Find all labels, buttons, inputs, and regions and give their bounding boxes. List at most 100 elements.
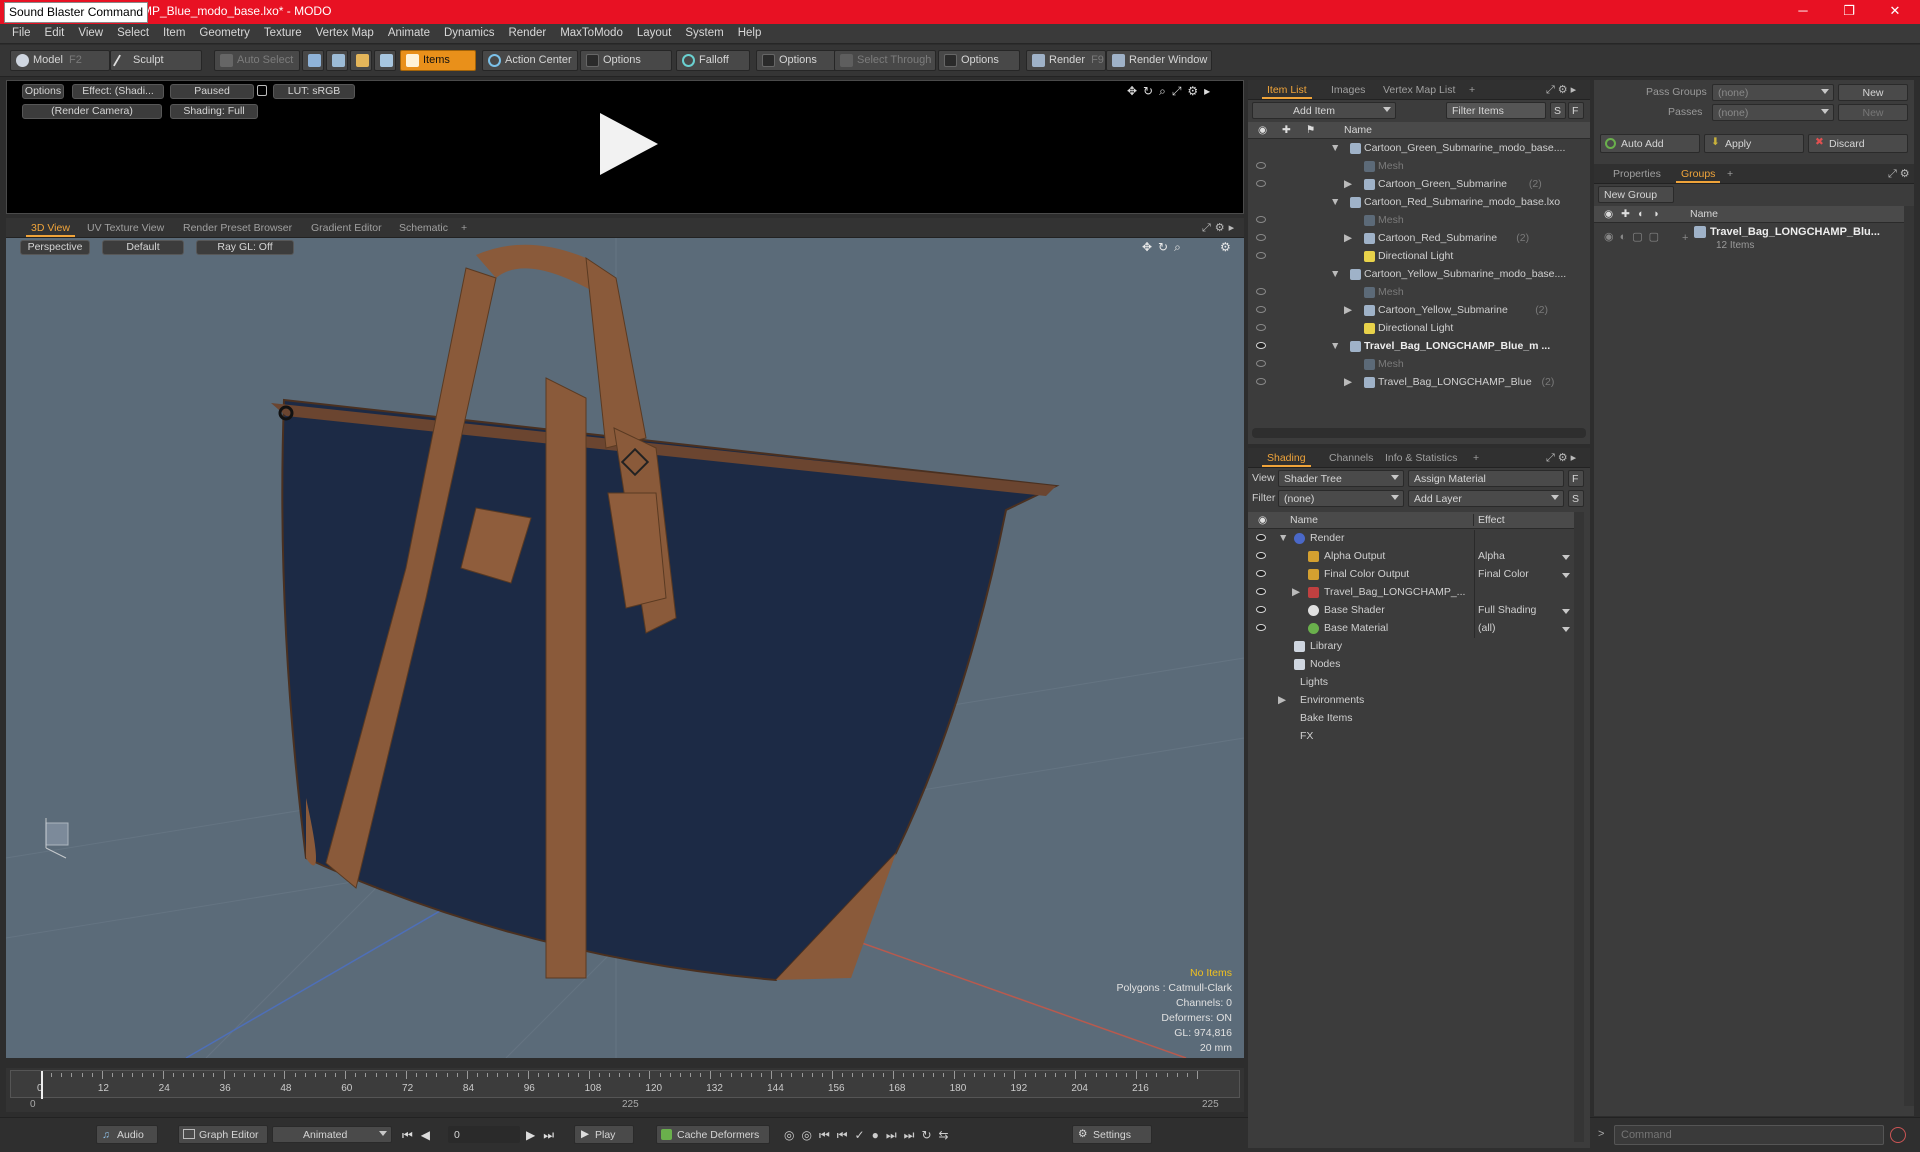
falloff-button[interactable]: Falloff [676, 50, 750, 71]
expand-arrow-icon[interactable]: ▼ [1330, 340, 1340, 352]
sculpt-mode-button[interactable]: Sculpt [110, 50, 202, 71]
shader-tree-row[interactable]: Base Shader Full Shading [1248, 602, 1574, 620]
tab-channels[interactable]: Channels [1324, 451, 1378, 467]
visibility-eye-icon[interactable] [1256, 378, 1266, 385]
expand-arrow-icon[interactable]: ▼ [1278, 532, 1288, 544]
3d-viewport[interactable]: Perspective Default Ray GL: Off ✥↻⌕ ⚙ No… [6, 238, 1244, 1058]
lock-icon[interactable] [257, 85, 267, 96]
tab-gradient-editor[interactable]: Gradient Editor [306, 221, 387, 237]
discard-button[interactable]: ✖ Discard [1808, 134, 1908, 153]
preview-shading-dropdown[interactable]: Shading: Full [170, 104, 258, 119]
play-icon[interactable] [592, 109, 662, 179]
item-list-row[interactable]: ▶ Cartoon_Yellow_Submarine (2) [1248, 302, 1590, 320]
menu-dynamics[interactable]: Dynamics [437, 24, 501, 39]
render-button[interactable]: Render F9 [1026, 50, 1106, 71]
timeline-ruler[interactable]: 0 12 24 36 48 60 72 84 96 108 120 132 144 156 168 180 19… [10, 1070, 1240, 1099]
settings-button[interactable]: ⚙ Settings [1072, 1125, 1152, 1144]
visibility-eye-icon[interactable] [1256, 234, 1266, 241]
shader-tree-row[interactable]: ▶ Travel_Bag_LONGCHAMP_... [1248, 584, 1574, 602]
menu-render[interactable]: Render [501, 24, 553, 39]
item-list-row[interactable]: ▼ Cartoon_Red_Submarine_modo_base.lxo [1248, 194, 1590, 212]
tab-render-preset-browser[interactable]: Render Preset Browser [178, 221, 297, 237]
item-list-row[interactable]: Mesh [1248, 212, 1590, 230]
select-materials-button[interactable] [374, 50, 396, 71]
filter-f-button[interactable]: F [1568, 102, 1584, 119]
command-input[interactable] [1614, 1125, 1884, 1145]
add-item-dropdown[interactable]: Add Item [1252, 102, 1396, 119]
tab-3d-view[interactable]: 3D View [26, 221, 75, 237]
expand-arrow-icon[interactable]: ▼ [1330, 196, 1340, 208]
shader-tree-row[interactable]: Library [1248, 638, 1574, 656]
graph-editor-button[interactable]: Graph Editor [178, 1125, 268, 1144]
animated-dropdown[interactable]: Animated [272, 1126, 392, 1143]
shader-tree-row[interactable]: Bake Items [1248, 710, 1574, 728]
filter-dropdown[interactable]: (none) [1278, 490, 1404, 507]
shader-tree-row[interactable]: ▼ Render [1248, 530, 1574, 548]
menu-maxtomodo[interactable]: MaxToModo [553, 24, 630, 39]
transport-forward-icons[interactable]: ▶⏭ [526, 1128, 562, 1143]
visibility-eye-icon[interactable] [1256, 552, 1266, 559]
perspective-dropdown[interactable]: Perspective [20, 240, 90, 255]
shader-effect-value[interactable]: Full Shading [1478, 604, 1536, 616]
shading-s-button[interactable]: S [1568, 490, 1584, 507]
select-edges-button[interactable] [326, 50, 348, 71]
render-window-button[interactable]: Render Window [1106, 50, 1212, 71]
visibility-eye-icon[interactable] [1256, 288, 1266, 295]
shader-tree-row[interactable]: ▶ Environments [1248, 692, 1574, 710]
shader-tree-row[interactable]: FX [1248, 728, 1574, 746]
tab-uv-texture-view[interactable]: UV Texture View [82, 221, 169, 237]
add-tab-button[interactable]: + [1468, 451, 1484, 467]
new-group-button[interactable]: New Group [1598, 186, 1674, 203]
expand-arrow-icon[interactable]: ▶ [1344, 178, 1352, 190]
item-list-row[interactable]: Directional Light [1248, 248, 1590, 266]
auto-select-button[interactable]: Auto Select [214, 50, 300, 71]
model-mode-button[interactable]: Model F2 [10, 50, 110, 71]
shader-tree-row[interactable]: Final Color Output Final Color [1248, 566, 1574, 584]
filter-items-input[interactable]: Filter Items [1446, 102, 1546, 119]
restore-button[interactable]: ❐ [1826, 0, 1872, 24]
panel-icons[interactable]: ⤢⚙▸ [1546, 451, 1579, 465]
shading-f-button[interactable]: F [1568, 470, 1584, 487]
shader-tree-row[interactable]: Base Material (all) [1248, 620, 1574, 638]
visibility-eye-icon[interactable] [1256, 360, 1266, 367]
preview-camera-dropdown[interactable]: (Render Camera) [22, 104, 162, 119]
new-pass-group-button[interactable]: New [1838, 84, 1908, 101]
add-layer-dropdown[interactable]: Add Layer [1408, 490, 1564, 507]
shader-effect-value[interactable]: (all) [1478, 622, 1496, 634]
panel-icons[interactable]: ⤢⚙▸ [1546, 83, 1579, 97]
item-list-row[interactable]: ▶ Travel_Bag_LONGCHAMP_Blue (2) [1248, 374, 1590, 392]
tab-info-statistics[interactable]: Info & Statistics [1380, 451, 1462, 467]
expand-arrow-icon[interactable]: ▶ [1278, 694, 1286, 706]
cache-deformers-button[interactable]: Cache Deformers [656, 1125, 770, 1144]
panel-icons[interactable]: ⤢⚙ [1888, 167, 1913, 181]
menu-edit[interactable]: Edit [38, 24, 72, 39]
visibility-eye-icon[interactable] [1256, 534, 1266, 541]
menu-geometry[interactable]: Geometry [192, 24, 257, 39]
viewport-settings-icon[interactable]: ⚙ [1220, 240, 1231, 254]
shader-tree-scrollbar[interactable] [1574, 512, 1584, 1142]
shader-tree-row[interactable]: Alpha Output Alpha [1248, 548, 1574, 566]
tab-shading[interactable]: Shading [1262, 451, 1311, 467]
group-row-toggles[interactable]: ◉◐▢▢ [1604, 230, 1665, 243]
chevron-down-icon[interactable] [1562, 609, 1570, 614]
visibility-eye-icon[interactable] [1256, 606, 1266, 613]
chevron-down-icon[interactable] [1562, 555, 1570, 560]
assign-material-button[interactable]: Assign Material [1408, 470, 1564, 487]
shader-tree-row[interactable]: Nodes [1248, 656, 1574, 674]
chevron-down-icon[interactable] [1562, 573, 1570, 578]
minimize-button[interactable]: ─ [1780, 0, 1826, 24]
expand-arrow-icon[interactable]: ▼ [1330, 142, 1340, 154]
viewport-panel-icons[interactable]: ⤢⚙▸ [1202, 221, 1238, 235]
menu-texture[interactable]: Texture [257, 24, 309, 39]
tab-properties[interactable]: Properties [1608, 167, 1666, 183]
visibility-eye-icon[interactable] [1256, 180, 1266, 187]
menu-system[interactable]: System [678, 24, 730, 39]
pass-groups-dropdown[interactable]: (none) [1712, 84, 1834, 101]
tab-schematic[interactable]: Schematic [394, 221, 453, 237]
transport-back-icons[interactable]: ⏮◀ [402, 1128, 438, 1143]
action-center-button[interactable]: Action Center [482, 50, 578, 71]
viewport-nav-icons[interactable]: ✥↻⌕ [1142, 240, 1187, 255]
tab-vertex-map-list[interactable]: Vertex Map List [1378, 83, 1460, 99]
visibility-eye-icon[interactable] [1256, 342, 1266, 349]
preview-nav-icons[interactable]: ✥↻⌕⤢⚙▸ [1127, 84, 1216, 99]
